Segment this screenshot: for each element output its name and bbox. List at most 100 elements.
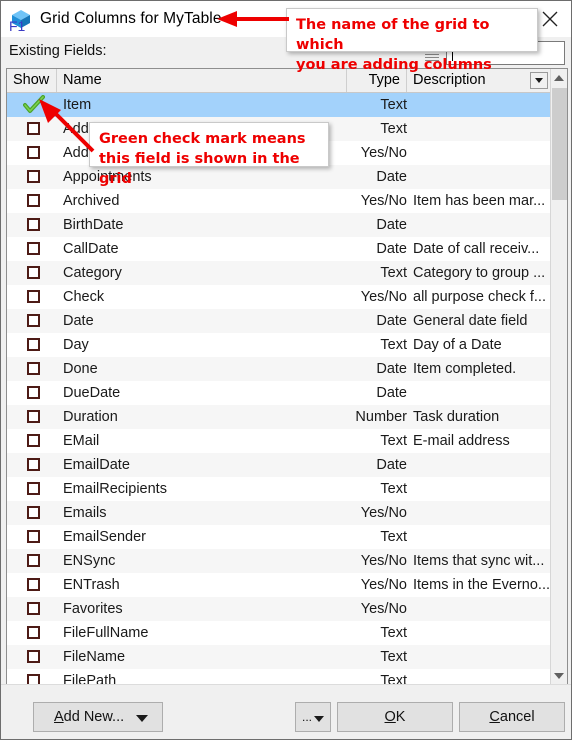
show-checkbox[interactable] (27, 482, 40, 495)
field-description-cell: Category to group ... (413, 265, 546, 281)
show-cell[interactable] (7, 405, 57, 429)
show-cell[interactable] (7, 645, 57, 669)
cancel-button[interactable]: Cancel (459, 702, 565, 732)
show-cell[interactable] (7, 501, 57, 525)
field-description-cell (413, 477, 550, 501)
column-chooser-button[interactable] (530, 72, 548, 89)
show-checkbox[interactable] (27, 266, 40, 279)
table-row[interactable]: DueDate Date (7, 381, 550, 405)
show-checkbox[interactable] (27, 242, 40, 255)
scroll-up-button[interactable] (551, 69, 567, 86)
show-checkbox[interactable] (27, 290, 40, 303)
more-options-button[interactable]: ... (295, 702, 331, 732)
show-cell[interactable] (7, 381, 57, 405)
grid-body: ItemTextAddTextAddYes/NoAppointmentsDate… (7, 93, 550, 684)
show-cell[interactable] (7, 357, 57, 381)
column-header-show[interactable]: Show (7, 69, 57, 92)
field-type-cell: Date (376, 169, 407, 185)
table-row[interactable]: Duration Number Task duration (7, 405, 550, 429)
show-cell[interactable] (7, 117, 57, 141)
show-cell[interactable] (7, 477, 57, 501)
field-type-cell: Text (380, 121, 407, 137)
table-row[interactable]: Done Date Item completed. (7, 357, 550, 381)
field-type-cell: Date (376, 313, 407, 329)
show-cell[interactable] (7, 429, 57, 453)
show-cell[interactable] (7, 285, 57, 309)
table-row[interactable]: EmailRecipients Text (7, 477, 550, 501)
field-name-cell: ENTrash (63, 577, 120, 593)
show-checkbox[interactable] (27, 650, 40, 663)
table-row[interactable]: Day Text Day of a Date (7, 333, 550, 357)
table-row[interactable]: Item Text (7, 93, 550, 117)
show-checkbox[interactable] (27, 194, 40, 207)
scrollbar-thumb[interactable] (552, 88, 567, 200)
field-description-cell: General date field (413, 313, 528, 329)
add-new-label: Add New... (54, 709, 125, 725)
show-checkbox[interactable] (27, 170, 40, 183)
show-cell[interactable] (7, 237, 57, 261)
table-row[interactable]: FilePath Text (7, 669, 550, 684)
show-checkbox[interactable] (27, 626, 40, 639)
show-checkbox[interactable] (27, 146, 40, 159)
field-name-cell: FileName (63, 649, 126, 665)
show-cell[interactable] (7, 189, 57, 213)
show-cell[interactable] (7, 525, 57, 549)
table-row[interactable]: CallDate Date Date of call receiv... (7, 237, 550, 261)
show-checkbox[interactable] (27, 122, 40, 135)
show-cell[interactable] (7, 141, 57, 165)
show-cell[interactable] (7, 333, 57, 357)
show-checkbox[interactable] (27, 578, 40, 591)
table-row[interactable]: EMail Text E-mail address (7, 429, 550, 453)
show-checkbox[interactable] (27, 554, 40, 567)
show-checkbox[interactable] (27, 218, 40, 231)
show-checkbox[interactable] (27, 506, 40, 519)
field-description-cell: Date of call receiv... (413, 241, 540, 257)
show-cell[interactable] (7, 573, 57, 597)
show-cell[interactable] (7, 309, 57, 333)
add-new-button[interactable]: Add New... (33, 702, 163, 732)
field-type-cell: Text (380, 265, 407, 281)
table-row[interactable]: Emails Yes/No (7, 501, 550, 525)
field-type-cell: Text (380, 433, 407, 449)
show-checkbox[interactable] (27, 434, 40, 447)
show-cell[interactable] (7, 213, 57, 237)
show-checkbox[interactable] (27, 410, 40, 423)
table-row[interactable]: Date Date General date field (7, 309, 550, 333)
field-type-cell: Yes/No (360, 145, 407, 161)
show-checkbox[interactable] (27, 386, 40, 399)
table-row[interactable]: FileFullName Text (7, 621, 550, 645)
table-row[interactable]: BirthDate Date (7, 213, 550, 237)
field-type-cell: Text (380, 529, 407, 545)
show-cell[interactable] (7, 93, 57, 117)
show-checkbox[interactable] (27, 338, 40, 351)
show-cell[interactable] (7, 549, 57, 573)
ok-button[interactable]: OK (337, 702, 453, 732)
table-row[interactable]: Check Yes/No all purpose check f... (7, 285, 550, 309)
table-row[interactable]: FileName Text (7, 645, 550, 669)
show-checkbox[interactable] (27, 362, 40, 375)
triangle-down-icon[interactable] (136, 715, 148, 722)
table-row[interactable]: EmailSender Text (7, 525, 550, 549)
show-cell[interactable] (7, 621, 57, 645)
field-name-cell: DueDate (63, 385, 121, 401)
table-row[interactable]: Favorites Yes/No (7, 597, 550, 621)
show-checkbox[interactable] (27, 602, 40, 615)
show-checkbox[interactable] (27, 458, 40, 471)
show-cell[interactable] (7, 453, 57, 477)
table-row[interactable]: Archived Yes/No Item has been mar... (7, 189, 550, 213)
table-row[interactable]: EmailDate Date (7, 453, 550, 477)
show-cell[interactable] (7, 669, 57, 684)
field-type-cell: Date (376, 217, 407, 233)
vertical-scrollbar[interactable] (550, 69, 567, 684)
show-cell[interactable] (7, 261, 57, 285)
show-checkbox[interactable] (27, 530, 40, 543)
show-checkbox[interactable] (27, 314, 40, 327)
table-row[interactable]: Category Text Category to group ... (7, 261, 550, 285)
scroll-down-button[interactable] (551, 667, 567, 684)
table-row[interactable]: ENTrash Yes/No Items in the Everno... (7, 573, 550, 597)
annotation-callout-checkmark: Green check mark means this field is sho… (89, 122, 329, 187)
field-description-cell (413, 141, 550, 165)
table-row[interactable]: ENSync Yes/No Items that sync wit... (7, 549, 550, 573)
show-cell[interactable] (7, 165, 57, 189)
show-cell[interactable] (7, 597, 57, 621)
